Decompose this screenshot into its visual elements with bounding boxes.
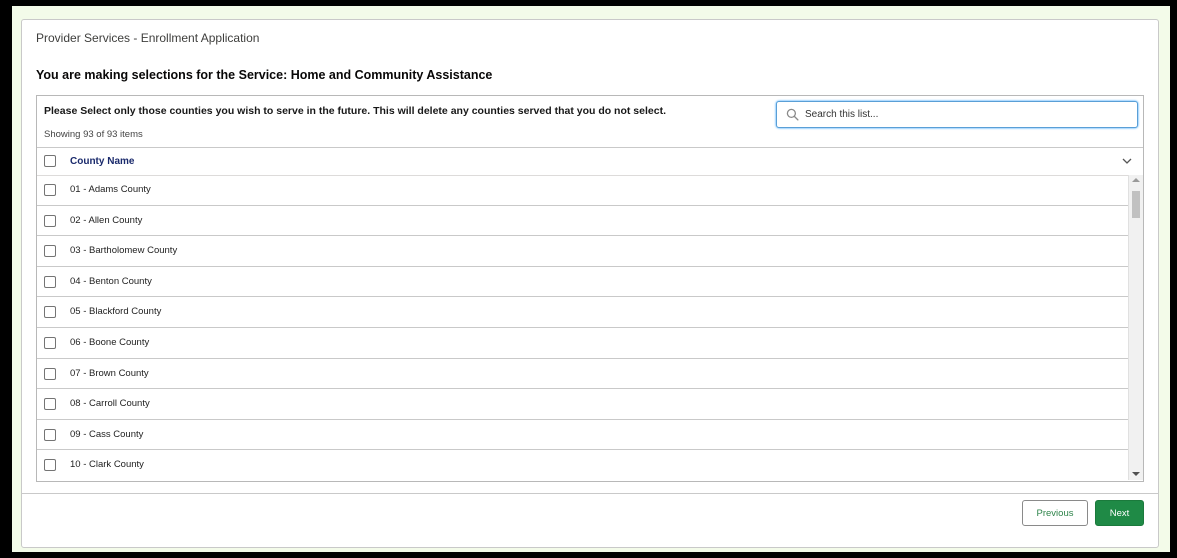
county-name: 10 - Clark County xyxy=(70,459,144,471)
next-button[interactable]: Next xyxy=(1095,500,1144,526)
scroll-down-arrow[interactable] xyxy=(1132,472,1140,476)
table-row[interactable]: 04 - Benton County xyxy=(37,267,1128,298)
county-name: 01 - Adams County xyxy=(70,184,151,195)
county-name: 02 - Allen County xyxy=(70,214,143,226)
table-row[interactable]: 10 - Clark County xyxy=(37,450,1128,480)
row-checkbox[interactable] xyxy=(44,428,56,441)
scroll-up-arrow[interactable] xyxy=(1132,178,1140,182)
instructions-text: Please Select only those counties you wi… xyxy=(44,105,666,117)
enrollment-card: Provider Services - Enrollment Applicati… xyxy=(21,19,1159,548)
item-count: Showing 93 of 93 items xyxy=(44,129,143,140)
row-checkbox[interactable] xyxy=(44,245,56,258)
service-heading: You are making selections for the Servic… xyxy=(36,68,493,82)
row-checkbox[interactable] xyxy=(44,275,56,288)
row-checkbox[interactable] xyxy=(44,214,56,227)
search-input[interactable] xyxy=(805,105,1125,123)
table-row[interactable]: 08 - Carroll County xyxy=(37,389,1128,420)
search-icon xyxy=(786,108,799,121)
county-list-panel: Please Select only those counties you wi… xyxy=(36,95,1144,482)
county-name: 08 - Carroll County xyxy=(70,398,150,410)
county-name: 09 - Cass County xyxy=(70,428,144,440)
footer-divider xyxy=(22,493,1158,494)
table-row[interactable]: 09 - Cass County xyxy=(37,420,1128,451)
table-row[interactable]: 07 - Brown County xyxy=(37,359,1128,390)
table-row[interactable]: 02 - Allen County xyxy=(37,206,1128,237)
vertical-scrollbar[interactable] xyxy=(1128,175,1143,480)
search-box[interactable] xyxy=(776,101,1138,128)
row-checkbox[interactable] xyxy=(44,336,56,349)
county-name: 05 - Blackford County xyxy=(70,306,162,318)
row-checkbox[interactable] xyxy=(44,184,56,196)
table-row[interactable]: 06 - Boone County xyxy=(37,328,1128,359)
row-checkbox[interactable] xyxy=(44,398,56,411)
county-name: 06 - Boone County xyxy=(70,336,150,348)
column-header-county-name[interactable]: County Name xyxy=(70,156,134,167)
scroll-thumb[interactable] xyxy=(1132,191,1140,218)
page-background: Provider Services - Enrollment Applicati… xyxy=(12,6,1170,552)
county-name: 03 - Bartholomew County xyxy=(70,245,178,257)
table-row[interactable]: 03 - Bartholomew County xyxy=(37,236,1128,267)
app-title: Provider Services - Enrollment Applicati… xyxy=(36,31,260,45)
table-row[interactable]: 05 - Blackford County xyxy=(37,297,1128,328)
row-checkbox[interactable] xyxy=(44,459,56,472)
county-rows: 01 - Adams County 02 - Allen County 03 -… xyxy=(37,175,1128,480)
previous-button[interactable]: Previous xyxy=(1022,500,1088,526)
table-header: County Name xyxy=(37,147,1143,176)
row-checkbox[interactable] xyxy=(44,306,56,319)
select-all-checkbox[interactable] xyxy=(44,155,56,167)
chevron-down-icon[interactable] xyxy=(1121,155,1133,167)
county-name: 04 - Benton County xyxy=(70,275,152,287)
row-checkbox[interactable] xyxy=(44,367,56,380)
table-row[interactable]: 01 - Adams County xyxy=(37,175,1128,206)
county-name: 07 - Brown County xyxy=(70,367,149,379)
